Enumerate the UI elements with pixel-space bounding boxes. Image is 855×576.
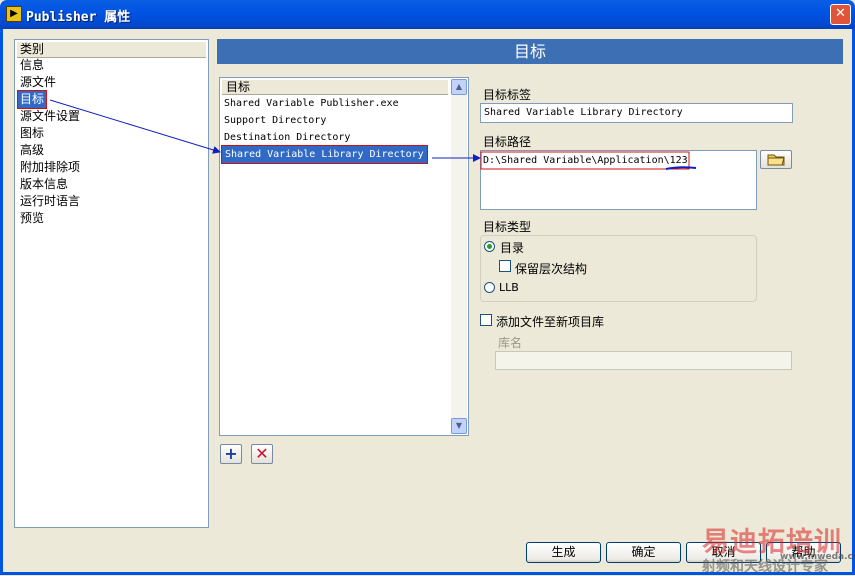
library-name-caption: 库名 <box>498 336 523 350</box>
ok-button[interactable]: 确定 <box>606 542 681 563</box>
destination-label-caption: 目标标签 <box>483 88 532 102</box>
add-destination-button[interactable]: + <box>220 444 242 464</box>
destination-item[interactable]: Support Directory <box>224 112 326 129</box>
category-list[interactable]: 类别 信息 源文件 目标 源文件设置 图标 高级 附加排除项 版本信息 运行时语… <box>14 39 209 528</box>
category-list-header: 类别 <box>17 42 206 58</box>
destinations-list[interactable]: 目标 Shared Variable Publisher.exe Support… <box>219 77 469 436</box>
scroll-down-icon[interactable]: ▼ <box>451 418 467 434</box>
window-title: Publisher 属性 <box>26 10 131 25</box>
category-item-runtime-languages[interactable]: 运行时语言 <box>20 193 80 210</box>
add-to-new-library-checkbox[interactable] <box>480 314 492 326</box>
category-item-source-files[interactable]: 源文件 <box>20 74 56 91</box>
destination-item-selected[interactable]: Shared Variable Library Directory <box>221 145 428 164</box>
page-title-banner: 目标 <box>217 39 843 64</box>
keep-hierarchy-label[interactable]: 保留层次结构 <box>515 260 587 277</box>
close-button[interactable]: ✕ <box>830 4 851 25</box>
type-directory-label[interactable]: 目录 <box>500 239 524 256</box>
type-llb-label[interactable]: LLB <box>499 281 519 294</box>
destination-type-caption: 目标类型 <box>483 220 532 234</box>
add-to-new-library-label[interactable]: 添加文件至新项目库 <box>496 313 604 330</box>
type-directory-radio[interactable] <box>484 241 495 252</box>
category-item-additional-exclusions[interactable]: 附加排除项 <box>20 159 80 176</box>
keep-hierarchy-checkbox[interactable] <box>499 260 511 272</box>
remove-destination-button[interactable]: ✕ <box>251 444 273 464</box>
browse-button[interactable] <box>760 150 792 169</box>
category-item-version-info[interactable]: 版本信息 <box>20 176 68 193</box>
category-item-info[interactable]: 信息 <box>20 57 44 74</box>
destinations-list-header: 目标 <box>222 80 448 95</box>
category-item-icon[interactable]: 图标 <box>20 125 44 142</box>
folder-icon <box>767 154 785 166</box>
path-prefix: D:\Shared Variable\Application\ <box>483 155 670 166</box>
destination-item[interactable]: Destination Directory <box>224 129 350 146</box>
type-llb-radio[interactable] <box>484 282 495 293</box>
destination-item[interactable]: Shared Variable Publisher.exe <box>224 95 399 112</box>
title-bar[interactable]: ▶ Publisher 属性 ✕ <box>0 0 855 29</box>
path-suffix: 123 <box>669 155 688 166</box>
build-button[interactable]: 生成 <box>526 542 601 563</box>
app-icon: ▶ <box>6 6 22 22</box>
scroll-up-icon[interactable]: ▲ <box>451 79 467 95</box>
library-name-input[interactable] <box>495 351 792 370</box>
category-item-source-file-settings[interactable]: 源文件设置 <box>20 108 80 125</box>
destination-label-input[interactable]: Shared Variable Library Directory <box>480 103 793 123</box>
destinations-scrollbar[interactable]: ▲ ▼ <box>451 79 467 434</box>
destination-path-input[interactable]: D:\Shared Variable\Application\123 <box>480 150 757 210</box>
category-item-advanced[interactable]: 高级 <box>20 142 44 159</box>
watermark-tagline: 射频和天线设计专家 <box>702 559 828 575</box>
category-item-destinations[interactable]: 目标 <box>16 90 48 109</box>
destination-path-caption: 目标路径 <box>483 135 532 149</box>
category-item-preview[interactable]: 预览 <box>20 210 44 227</box>
